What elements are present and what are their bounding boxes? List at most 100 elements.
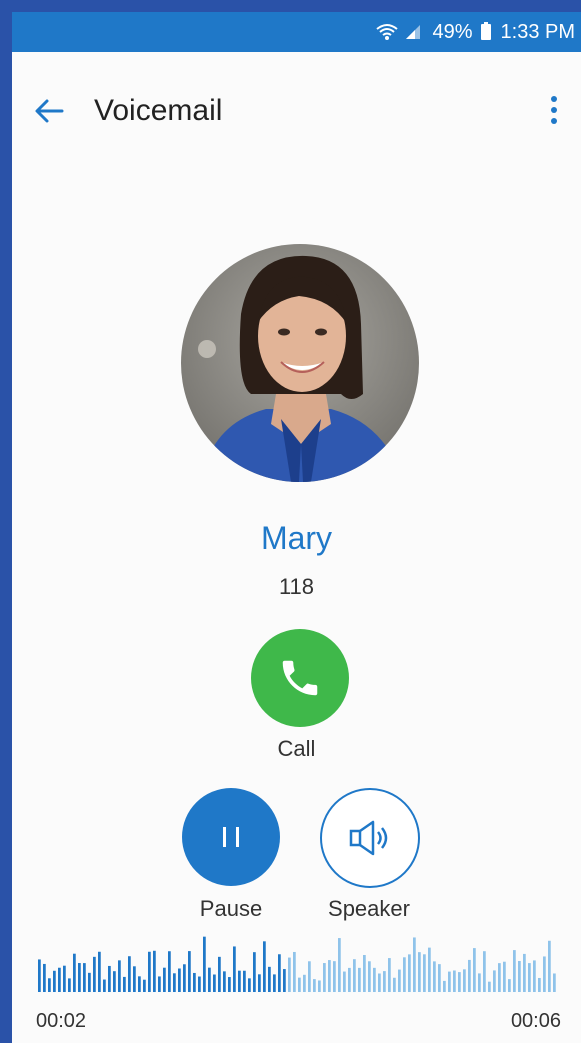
waveform-bar [48,978,51,992]
waveform-bar [83,963,86,992]
waveform-bar [483,951,486,992]
waveform-bar [153,950,156,992]
waveform-bar [348,967,351,992]
waveform-bar [128,956,131,992]
waveform-bar [553,973,556,992]
call-button[interactable] [251,629,349,727]
pause-button[interactable] [182,788,280,886]
waveform-bar [453,970,456,992]
waveform-bar [333,961,336,992]
waveform-bar [243,970,246,992]
waveform-bar [533,960,536,992]
waveform-bar [428,947,431,992]
waveform-bar [403,957,406,992]
waveform-bar [423,954,426,992]
waveform-bar [293,951,296,992]
waveform-scrubber[interactable] [38,934,558,992]
waveform-bar [498,963,501,992]
waveform-bar [528,963,531,992]
waveform-bar [38,959,41,992]
battery-icon [480,22,491,40]
waveform-bar [543,956,546,992]
waveform-bar [273,974,276,992]
waveform-bar [168,951,171,992]
waveform-bar [363,955,366,992]
waveform-bar [248,978,251,992]
more-vert-icon[interactable] [547,96,561,130]
waveform-bar [388,958,391,992]
waveform-bar [448,971,451,992]
waveform-bar [253,952,256,992]
waveform-bar [343,971,346,992]
waveform-bar [278,954,281,992]
waveform-bar [208,967,211,992]
waveform-bar [523,953,526,992]
waveform-bar [323,963,326,992]
speaker-button[interactable] [320,788,420,888]
waveform-bar [518,961,521,992]
waveform-bar [358,967,361,992]
waveform-bar [338,938,341,992]
waveform-bar [353,959,356,992]
waveform-bar [53,970,56,992]
waveform-bar [158,976,161,992]
waveform-bar [503,961,506,992]
waveform-bar [188,951,191,992]
status-icons: 49% 1:33 PM [376,21,575,44]
waveform-bar [513,950,516,992]
waveform-bar [198,976,201,992]
speaker-label: Speaker [328,896,410,921]
waveform-bar [73,953,76,992]
waveform-bar [508,979,511,992]
waveform-bar [298,977,301,992]
waveform-bar [408,954,411,992]
waveform-bar [268,966,271,992]
waveform-bar [218,956,221,992]
waveform-bar [88,972,91,992]
waveform-bar [548,940,551,992]
waveform-bar [193,972,196,992]
waveform-bar [143,979,146,992]
status-bar: 49% 1:33 PM [12,12,581,52]
waveform-bar [98,951,101,992]
wifi-icon [376,24,399,40]
waveform-bar [458,972,461,992]
waveform-bar [493,970,496,992]
waveform-bar [313,979,316,992]
waveform-bar [473,948,476,992]
total-duration: 00:06 [510,1010,561,1032]
app-bar: Voicemail [12,52,581,152]
avatar [181,244,419,482]
waveform-bar [393,977,396,992]
speaker-icon [349,820,388,856]
waveform-bar [178,968,181,992]
waveform-bar [108,965,111,992]
waveform-bar [63,965,66,992]
waveform-bar [398,969,401,992]
waveform-bar [373,967,376,992]
waveform-bar [103,979,106,992]
phone-screen: 49% 1:33 PM Voicemail Mary 118 Call Paus… [12,12,581,1043]
waveform-bar [303,974,306,992]
waveform-bar [203,936,206,992]
waveform-bar [413,937,416,992]
phone-icon [282,660,318,696]
waveform-bar [148,951,151,992]
waveform-bar [418,952,421,992]
waveform-bar [58,967,61,992]
waveform-bar [223,971,226,992]
signal-icon [406,25,421,39]
clock: 1:33 PM [500,20,575,43]
waveform-bar [118,960,121,992]
waveform-bar [538,977,541,992]
waveform-bar [368,961,371,992]
waveform-bar [308,961,311,992]
waveform-bar [233,946,236,992]
pause-label: Pause [199,896,263,921]
page-title: Voicemail [94,94,223,127]
waveform-bar [113,971,116,992]
call-label: Call [277,736,316,761]
back-arrow-icon[interactable] [34,98,64,124]
elapsed-time: 00:02 [36,1010,87,1032]
waveform-bar [133,966,136,992]
